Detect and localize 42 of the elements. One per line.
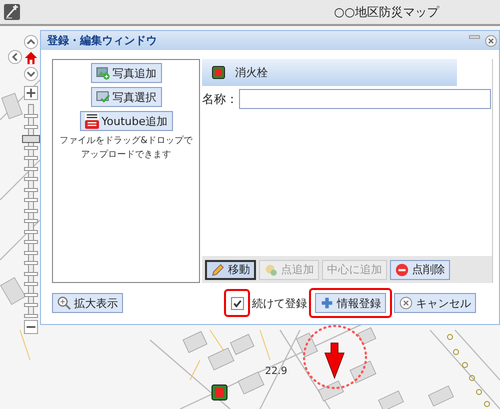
- zoom-out-icon[interactable]: [24, 320, 38, 334]
- media-button[interactable]: 写真追加: [90, 63, 162, 83]
- tool-button[interactable]: 移動: [205, 260, 256, 280]
- name-label: 名称：: [202, 90, 238, 108]
- minus-circle-icon: [395, 262, 409, 276]
- pan-down-icon[interactable]: [24, 67, 38, 81]
- dialog-title: 登録・編集ウィンドウ: [47, 33, 157, 48]
- zoom-in-icon[interactable]: [24, 86, 38, 100]
- hydrant-marker-icon[interactable]: [212, 384, 228, 400]
- magnifier-plus-icon: [57, 296, 71, 310]
- elevation-label: 22.9: [265, 366, 288, 377]
- name-field[interactable]: [239, 89, 491, 109]
- pan-left-icon[interactable]: [8, 50, 22, 64]
- building: [296, 332, 318, 358]
- picture-check-icon: [96, 90, 110, 104]
- video-logo-icon: [84, 113, 98, 129]
- close-icon[interactable]: [485, 34, 497, 46]
- zoom-slider-track[interactable]: [22, 104, 40, 318]
- arrow-marker-icon[interactable]: [324, 342, 345, 380]
- picture-plus-icon: [96, 66, 110, 80]
- register-button[interactable]: 情報登録: [315, 293, 386, 313]
- continue-label: 続けて登録: [252, 296, 307, 310]
- hydrant-marker-icon: [212, 66, 225, 79]
- pan-up-icon[interactable]: [24, 35, 38, 49]
- tool-button[interactable]: 点削除: [390, 260, 450, 280]
- home-icon[interactable]: [24, 51, 38, 65]
- cancel-button[interactable]: キャンセル: [394, 293, 476, 313]
- building: [1, 92, 23, 120]
- pencil-icon: [211, 262, 225, 276]
- building: [358, 327, 376, 345]
- app-title: ○○地区防災マップ: [334, 4, 439, 20]
- dotted-circle: [302, 324, 368, 390]
- plus-icon: [320, 296, 334, 310]
- point-plus-icon: [264, 262, 278, 276]
- continue-checkbox[interactable]: [230, 296, 244, 310]
- media-button[interactable]: Youtube追加: [80, 111, 172, 131]
- drop-hint: ファイルをドラッグ&ドロップで アップロードできます: [59, 134, 193, 162]
- category-label: 消火栓: [235, 65, 268, 80]
- zoom-view-button[interactable]: 拡大表示: [52, 293, 123, 313]
- close-circle-icon: [399, 296, 413, 310]
- map-pen-icon[interactable]: [4, 4, 20, 20]
- media-button[interactable]: 写真選択: [90, 87, 162, 107]
